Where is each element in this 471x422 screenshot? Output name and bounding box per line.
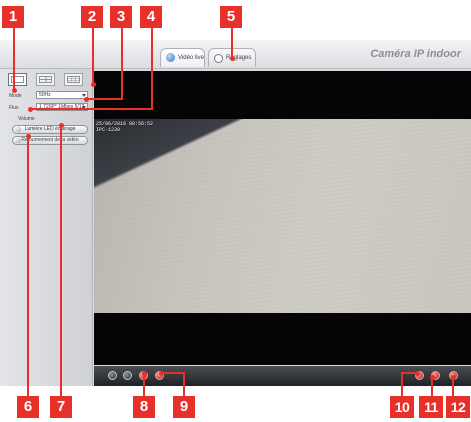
control-bar <box>94 366 471 386</box>
flux-label: Flux <box>9 105 19 111</box>
callout-1: 1 <box>2 6 24 28</box>
leader-5 <box>231 28 233 58</box>
leader-3b <box>86 98 123 100</box>
leader-dot-7 <box>59 123 64 128</box>
mode-label: Mode <box>9 93 22 99</box>
leader-dot-4 <box>28 107 33 112</box>
callout-3: 3 <box>110 6 132 28</box>
callout-5: 5 <box>220 6 242 28</box>
layout-single-button[interactable] <box>8 73 27 86</box>
leader-4 <box>151 28 153 110</box>
leader-2 <box>92 28 94 84</box>
leader-1 <box>13 28 15 90</box>
video-viewer[interactable]: 25/06/2016 08:56:52 IPC-1239 <box>94 71 471 365</box>
flip-video-button[interactable]: Retournement de la vidéo <box>12 136 88 145</box>
leader-dot-11 <box>430 375 435 380</box>
layout-nine-button[interactable] <box>64 73 83 86</box>
leader-6 <box>27 136 29 396</box>
light-icon <box>16 127 21 132</box>
sidebar: Mode 50Hz Flux 1 720P* 1Mbps 5/12 Volume… <box>0 69 93 386</box>
leader-9 <box>161 372 185 374</box>
leader-dot-3 <box>84 97 89 102</box>
leader-dot-10 <box>415 371 420 376</box>
four-view-grid-icon <box>39 76 52 83</box>
callout-12: 12 <box>446 396 470 418</box>
camera-feed-shadow <box>94 119 471 313</box>
leader-3 <box>121 28 123 100</box>
leader-dot-6 <box>26 134 31 139</box>
brand-title: Caméra IP indoor <box>370 48 461 60</box>
callout-10: 10 <box>390 396 414 418</box>
camera-app: Vidéo live Réglages Caméra IP indoor Mod… <box>0 40 471 386</box>
layout-four-button[interactable] <box>36 73 55 86</box>
nine-view-grid-icon <box>67 76 80 83</box>
leader-7 <box>60 125 62 396</box>
callout-4: 4 <box>140 6 162 28</box>
settings-icon <box>214 54 223 63</box>
leader-10b <box>401 372 403 396</box>
leader-dot-12 <box>451 375 456 380</box>
callout-7: 7 <box>50 396 72 418</box>
leader-9b <box>183 372 185 396</box>
leader-dot-9 <box>159 371 164 376</box>
callout-2: 2 <box>81 6 103 28</box>
leader-dot-2 <box>91 82 96 87</box>
flip-icon <box>16 138 21 143</box>
callout-8: 8 <box>133 396 155 418</box>
tab-live-video-label: Vidéo live <box>178 55 204 61</box>
mode-select[interactable]: 50Hz <box>36 91 88 99</box>
top-bar: Vidéo live Réglages Caméra IP indoor <box>0 40 471 69</box>
callout-6: 6 <box>17 396 39 418</box>
osd-camera-name: IPC-1239 <box>96 127 121 133</box>
volume-label: Volume <box>18 116 35 122</box>
stop-icon[interactable] <box>123 371 132 380</box>
play-icon[interactable] <box>108 371 117 380</box>
video-osd: 25/06/2016 08:56:52 IPC-1239 <box>96 121 153 133</box>
video-icon <box>166 53 175 62</box>
callout-11: 11 <box>419 396 443 418</box>
mode-value: 50Hz <box>39 92 51 98</box>
leader-4b <box>30 108 153 110</box>
camera-feed: 25/06/2016 08:56:52 IPC-1239 <box>94 119 471 313</box>
led-light-label: Lumière LED éclairage <box>24 126 76 132</box>
leader-dot-8 <box>142 371 147 376</box>
leader-dot-1 <box>12 88 17 93</box>
led-light-button[interactable]: Lumière LED éclairage <box>12 125 88 134</box>
callout-9: 9 <box>173 396 195 418</box>
leader-dot-5 <box>230 56 235 61</box>
tab-live-video[interactable]: Vidéo live <box>160 48 205 67</box>
